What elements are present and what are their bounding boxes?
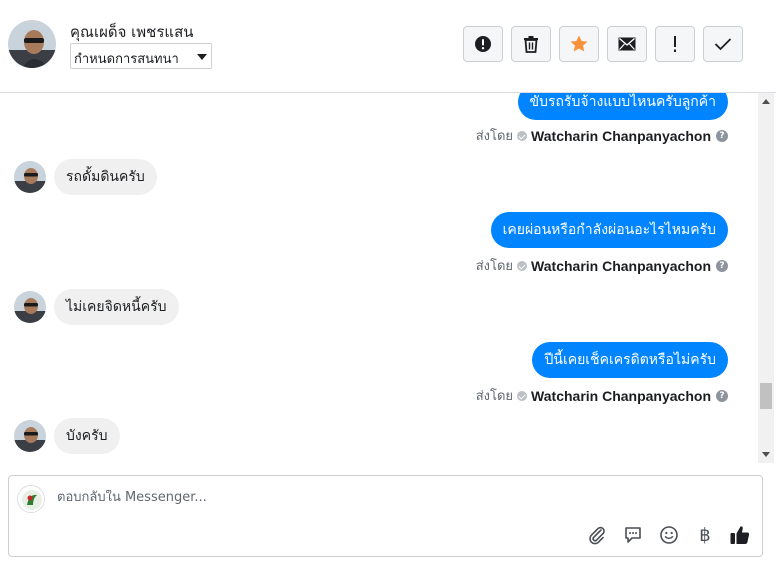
emoji-icon[interactable] bbox=[658, 524, 680, 546]
sent-by-label: ส่งโดย bbox=[475, 129, 514, 144]
reply-composer: ฿ bbox=[8, 475, 763, 557]
check-circle-icon bbox=[517, 260, 528, 271]
scroll-thumb[interactable] bbox=[760, 383, 772, 409]
alert-circle-icon bbox=[475, 36, 491, 52]
saved-reply-icon[interactable] bbox=[622, 524, 644, 546]
mark-important-button[interactable] bbox=[655, 26, 695, 62]
thumbs-up-icon[interactable] bbox=[729, 524, 751, 546]
message-thread[interactable]: ขับรถรับจ้างแบบไหนครับลูกค้า ส่งโดย Watc… bbox=[0, 93, 758, 463]
reply-input[interactable] bbox=[57, 490, 657, 505]
sent-by-line: ส่งโดย Watcharin Chanpanyachon ? bbox=[476, 385, 728, 406]
check-circle-icon bbox=[517, 390, 528, 401]
mark-done-button[interactable] bbox=[703, 26, 743, 62]
baht-payment-icon[interactable]: ฿ bbox=[694, 524, 716, 546]
agent-name[interactable]: Watcharin Chanpanyachon bbox=[531, 128, 711, 144]
conversation-header: คุณเผด็จ เพชรแสน กำหนดการสนทนา bbox=[0, 0, 776, 93]
star-icon bbox=[570, 35, 588, 52]
sent-by-line: ส่งโดย Watcharin Chanpanyachon ? bbox=[476, 255, 728, 276]
incoming-message: รถดั้มดินครับ bbox=[54, 159, 157, 195]
contact-avatar-small bbox=[14, 161, 46, 193]
sent-by-label: ส่งโดย bbox=[475, 259, 514, 274]
contact-name: คุณเผด็จ เพชรแสน bbox=[70, 23, 194, 41]
conversation-status-select[interactable]: กำหนดการสนทนา bbox=[70, 43, 212, 69]
scroll-down-arrow-icon[interactable] bbox=[762, 452, 770, 457]
incoming-message-row: รถดั้มดินครับ bbox=[14, 159, 157, 195]
incoming-message: บังครับ bbox=[54, 418, 120, 454]
mark-unread-button[interactable] bbox=[607, 26, 647, 62]
contact-avatar-small bbox=[14, 420, 46, 452]
sent-by-line: ส่งโดย Watcharin Chanpanyachon ? bbox=[476, 125, 728, 146]
thread-scrollbar[interactable] bbox=[758, 93, 774, 463]
help-icon[interactable]: ? bbox=[716, 129, 728, 142]
contact-avatar-small bbox=[14, 291, 46, 323]
delete-button[interactable] bbox=[511, 26, 551, 62]
exclamation-icon bbox=[674, 36, 676, 52]
scroll-up-arrow-icon[interactable] bbox=[762, 99, 770, 104]
contact-avatar[interactable] bbox=[8, 20, 56, 68]
star-button[interactable] bbox=[559, 26, 599, 62]
outgoing-message: เคยผ่อนหรือกำลังผ่อนอะไรไหมครับ bbox=[490, 212, 728, 248]
status-select-value: กำหนดการสนทนา bbox=[74, 52, 179, 67]
chevron-down-icon bbox=[197, 54, 207, 60]
incoming-message-row: บังครับ bbox=[14, 418, 120, 454]
outgoing-message: ขับรถรับจ้างแบบไหนครับลูกค้า bbox=[517, 93, 728, 120]
report-spam-button[interactable] bbox=[463, 26, 503, 62]
check-icon bbox=[714, 38, 732, 51]
agent-name[interactable]: Watcharin Chanpanyachon bbox=[531, 258, 711, 274]
page-avatar bbox=[17, 485, 45, 513]
help-icon[interactable]: ? bbox=[716, 259, 728, 272]
paperclip-icon[interactable] bbox=[586, 524, 608, 546]
trash-icon bbox=[524, 36, 538, 53]
agent-name[interactable]: Watcharin Chanpanyachon bbox=[531, 388, 711, 404]
incoming-message: ไม่เคยจิดหนี้ครับ bbox=[54, 289, 179, 325]
envelope-icon bbox=[618, 37, 636, 51]
sent-by-label: ส่งโดย bbox=[475, 389, 514, 404]
outgoing-message: ปีนี้เคยเช็คเครดิตหรือไม่ครับ bbox=[532, 342, 728, 378]
help-icon[interactable]: ? bbox=[716, 389, 728, 402]
incoming-message-row: ไม่เคยจิดหนี้ครับ bbox=[14, 289, 179, 325]
check-circle-icon bbox=[517, 130, 528, 141]
